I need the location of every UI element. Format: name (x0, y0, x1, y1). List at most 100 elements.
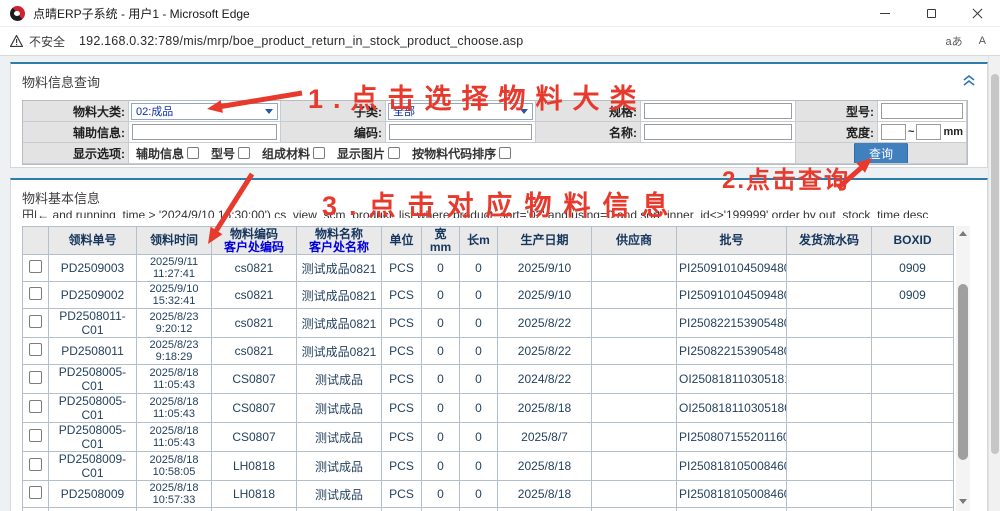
cell-code[interactable]: LH0818 (212, 481, 297, 508)
cell-supplier[interactable] (592, 338, 677, 365)
cell-prod-date[interactable]: 2025/8/18 (498, 452, 592, 481)
display-option-checkbox[interactable] (187, 147, 199, 159)
read-aloud-icon[interactable]: A (979, 35, 986, 47)
cell-code[interactable]: CS0807 (212, 394, 297, 423)
cell-width[interactable]: 0 (422, 508, 460, 511)
cell-name[interactable]: 测试成品0821 (297, 338, 382, 365)
cell-batch[interactable]: PI250818105008460 (677, 452, 787, 481)
cell-code[interactable]: CS0807 (212, 423, 297, 452)
cell-unit[interactable]: PCS (382, 452, 422, 481)
cell-time[interactable]: 2025/8/1810:58:05 (137, 452, 212, 481)
cell-name[interactable]: 测试成品 (297, 452, 382, 481)
table-row[interactable]: PD2508005-C012025/8/1811:05:43CS0807测试成品… (23, 365, 954, 394)
cell-supplier[interactable] (592, 394, 677, 423)
cell-name[interactable]: 测试成品0821 (297, 255, 382, 282)
row-checkbox[interactable] (29, 400, 42, 413)
cell-length[interactable]: 0 (460, 365, 498, 394)
cell-time[interactable]: 2025/9/1111:27:41 (137, 255, 212, 282)
cell-order-no[interactable]: PD2508005 (49, 508, 137, 511)
cell-boxid[interactable] (872, 394, 954, 423)
cell-code[interactable]: cs0821 (212, 338, 297, 365)
cell-supplier[interactable] (592, 423, 677, 452)
cell-ship-code[interactable] (787, 282, 872, 309)
cell-unit[interactable]: PCS (382, 481, 422, 508)
cell-ship-code[interactable] (787, 394, 872, 423)
row-checkbox[interactable] (29, 287, 42, 300)
cell-unit[interactable]: PCS (382, 365, 422, 394)
cell-ship-code[interactable] (787, 365, 872, 394)
cell-prod-date[interactable]: 2024/8/22 (498, 365, 592, 394)
row-checkbox[interactable] (29, 315, 42, 328)
cell-supplier[interactable] (592, 481, 677, 508)
cell-order-no[interactable]: PD2508005-C01 (49, 365, 137, 394)
minimize-button[interactable] (862, 0, 908, 26)
table-row[interactable]: PD2508005-C012025/8/1811:05:43CS0807测试成品… (23, 394, 954, 423)
cell-boxid[interactable] (872, 481, 954, 508)
table-scrollbar[interactable] (956, 226, 970, 511)
cell-code[interactable]: cs0821 (212, 309, 297, 338)
url-text[interactable]: 192.168.0.32:789/mis/mrp/boe_product_ret… (79, 34, 523, 48)
cell-name[interactable]: 测试成品0821 (297, 282, 382, 309)
cell-time[interactable]: 2025/8/1811:05:43 (137, 423, 212, 452)
close-button[interactable] (954, 0, 1000, 26)
cell-supplier[interactable] (592, 309, 677, 338)
cell-time[interactable]: 2025/8/239:18:29 (137, 338, 212, 365)
model-input[interactable] (881, 103, 963, 119)
cell-boxid[interactable]: 0909 (872, 255, 954, 282)
cell-prod-date[interactable]: 2025/9/10 (498, 282, 592, 309)
cell-order-no[interactable]: PD2508005-C01 (49, 394, 137, 423)
cell-code[interactable]: CS0807 (212, 508, 297, 511)
cell-prod-date[interactable]: 2025/8/18 (498, 394, 592, 423)
cell-width[interactable]: 0 (422, 452, 460, 481)
table-row[interactable]: PD25080092025/8/1810:57:33LH0818测试成品PCS0… (23, 481, 954, 508)
cell-length[interactable]: 0 (460, 255, 498, 282)
cell-width[interactable]: 0 (422, 481, 460, 508)
cell-boxid[interactable] (872, 338, 954, 365)
cell-name[interactable]: 测试成品 (297, 423, 382, 452)
material-major-select[interactable]: 02:成品 (131, 103, 278, 120)
cell-batch[interactable]: PI250818105008460 (677, 481, 787, 508)
cell-width[interactable]: 0 (422, 365, 460, 394)
cell-name[interactable]: 测试成品 (297, 394, 382, 423)
cell-unit[interactable]: PCS (382, 309, 422, 338)
cell-order-no[interactable]: PD2509002 (49, 282, 137, 309)
display-option-checkbox[interactable] (238, 147, 250, 159)
cell-supplier[interactable] (592, 282, 677, 309)
cell-width[interactable]: 0 (422, 338, 460, 365)
cell-time[interactable]: 2025/8/1811:05:43 (137, 394, 212, 423)
cell-length[interactable]: 0 (460, 508, 498, 511)
cell-prod-date[interactable]: 2025/8/22 (498, 338, 592, 365)
cell-order-no[interactable]: PD2508005-C01 (49, 423, 137, 452)
cell-boxid[interactable] (872, 423, 954, 452)
page-scrollbar-thumb[interactable] (991, 74, 999, 454)
cell-ship-code[interactable] (787, 452, 872, 481)
cell-batch[interactable]: PI250822153905480 (677, 338, 787, 365)
cell-code[interactable]: cs0821 (212, 282, 297, 309)
cell-length[interactable]: 0 (460, 481, 498, 508)
cell-supplier[interactable] (592, 255, 677, 282)
cell-length[interactable]: 0 (460, 394, 498, 423)
code-input[interactable] (389, 124, 532, 140)
cell-batch[interactable]: PI250910104509480 (677, 282, 787, 309)
cell-name[interactable]: 测试成品 (297, 508, 382, 511)
cell-ship-code[interactable] (787, 423, 872, 452)
cell-order-no[interactable]: PD2509003 (49, 255, 137, 282)
cell-name[interactable]: 测试成品 (297, 365, 382, 394)
display-option-checkbox[interactable] (499, 147, 511, 159)
cell-order-no[interactable]: PD2508011-C01 (49, 309, 137, 338)
table-row[interactable]: PD25090022025/9/1015:32:41cs0821测试成品0821… (23, 282, 954, 309)
cell-name[interactable]: 测试成品 (297, 481, 382, 508)
table-row[interactable]: PD2508005-C012025/8/1811:05:43CS0807测试成品… (23, 423, 954, 452)
row-checkbox[interactable] (29, 458, 42, 471)
cell-unit[interactable]: PCS (382, 255, 422, 282)
display-option-checkbox[interactable] (388, 147, 400, 159)
spec-input[interactable] (644, 103, 792, 119)
cell-prod-date[interactable]: 2025/9/10 (498, 255, 592, 282)
cell-batch[interactable]: OI250818110305181 (677, 365, 787, 394)
row-checkbox[interactable] (29, 343, 42, 356)
cell-batch[interactable]: PI250807155201160 (677, 423, 787, 452)
row-checkbox[interactable] (29, 429, 42, 442)
cell-order-no[interactable]: PD2508009 (49, 481, 137, 508)
cell-unit[interactable]: PCS (382, 423, 422, 452)
cell-length[interactable]: 0 (460, 423, 498, 452)
